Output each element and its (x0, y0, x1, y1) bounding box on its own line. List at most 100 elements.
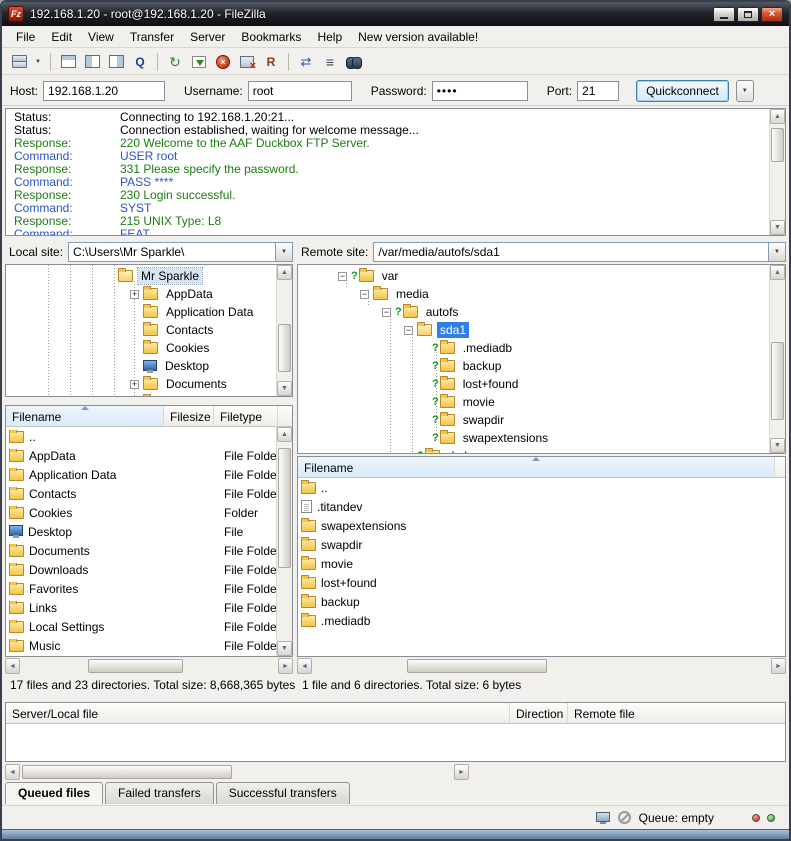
local-tree-scrollbar[interactable]: ▲ ▼ (276, 265, 292, 396)
log-scrollbar[interactable]: ▲ ▼ (769, 109, 785, 235)
remote-site-combo[interactable]: /var/media/autofs/sda1 ▼ (373, 242, 786, 262)
scrollbar-thumb[interactable] (278, 448, 291, 568)
file-row[interactable]: .. (6, 427, 292, 446)
tree-item-lost-found[interactable]: ? lost+found (298, 375, 785, 393)
site-manager-button[interactable] (8, 51, 30, 73)
file-row[interactable]: .mediadb (298, 611, 785, 630)
file-row[interactable]: .. (298, 478, 785, 497)
find-files-button[interactable] (343, 51, 365, 73)
scroll-right-button[interactable]: ► (454, 764, 469, 780)
tree-item-documents[interactable]: + Documents (6, 375, 292, 393)
scrollbar-track[interactable] (770, 280, 785, 438)
scrollbar-track[interactable] (20, 658, 278, 674)
expand-icon[interactable]: + (130, 380, 139, 389)
tree-item-swapdir[interactable]: ? swapdir (298, 411, 785, 429)
toggle-transfer-queue-button[interactable]: Q (129, 51, 151, 73)
local-list-scrollbar[interactable]: ▲ ▼ (276, 427, 292, 656)
tab-successful-transfers[interactable]: Successful transfers (216, 782, 350, 804)
refresh-button[interactable]: ↻ (164, 51, 186, 73)
remote-list-hscrollbar[interactable]: ◄ ► (297, 658, 786, 674)
toggle-local-tree-button[interactable] (81, 51, 103, 73)
tab-queued-files[interactable]: Queued files (5, 782, 103, 804)
tree-item-dvd[interactable]: ? dvd (298, 447, 785, 454)
file-row[interactable]: FavoritesFile Folder (6, 579, 292, 598)
tab-failed-transfers[interactable]: Failed transfers (105, 782, 214, 804)
scroll-up-button[interactable]: ▲ (277, 265, 292, 280)
file-row[interactable]: DesktopFile (6, 522, 292, 541)
tree-item-application-data[interactable]: Application Data (6, 303, 292, 321)
tree-item-desktop[interactable]: Desktop (6, 357, 292, 375)
directory-comparison-button[interactable]: ⇄ (295, 51, 317, 73)
tree-item-backup[interactable]: ? backup (298, 357, 785, 375)
file-row[interactable]: MusicFile Folder (6, 636, 292, 655)
file-row[interactable]: DownloadsFile Folder (6, 560, 292, 579)
scroll-up-button[interactable]: ▲ (770, 109, 785, 124)
reconnect-button[interactable]: R (260, 51, 282, 73)
file-row[interactable]: Local SettingsFile Folder (6, 617, 292, 636)
menu-transfer[interactable]: Transfer (122, 27, 182, 47)
scroll-down-button[interactable]: ▼ (770, 220, 785, 235)
file-row[interactable]: DocumentsFile Folder (6, 541, 292, 560)
column-header-direction[interactable]: Direction (510, 703, 568, 723)
scroll-right-button[interactable]: ► (771, 658, 786, 674)
scrollbar-track[interactable] (20, 764, 454, 780)
local-list-hscrollbar[interactable]: ◄ ► (5, 658, 293, 674)
file-row[interactable]: AppDataFile Folder (6, 446, 292, 465)
synchronized-browsing-button[interactable]: ≡ (319, 51, 341, 73)
scrollbar-thumb[interactable] (278, 324, 291, 372)
file-row[interactable]: movie (298, 554, 785, 573)
scrollbar-track[interactable] (277, 442, 292, 641)
tree-item-cookies[interactable]: Cookies (6, 339, 292, 357)
queue-hscrollbar[interactable]: ◄ ► (5, 764, 469, 780)
remote-tree-scrollbar[interactable]: ▲ ▼ (769, 265, 785, 453)
tree-item-movie[interactable]: ? movie (298, 393, 785, 411)
scrollbar-thumb[interactable] (771, 128, 784, 162)
maximize-button[interactable] (737, 7, 759, 22)
toggle-message-log-button[interactable] (57, 51, 79, 73)
tree-item-sda1[interactable]: − sda1 (298, 321, 785, 339)
disconnect-button[interactable] (236, 51, 258, 73)
expand-icon[interactable]: + (130, 290, 139, 299)
quickconnect-button[interactable]: Quickconnect (636, 80, 729, 102)
file-row[interactable]: ContactsFile Folder (6, 484, 292, 503)
scroll-up-button[interactable]: ▲ (277, 427, 292, 442)
tree-item-media[interactable]: − media (298, 285, 785, 303)
column-header-filetype[interactable]: Filetype (214, 406, 278, 426)
scrollbar-thumb[interactable] (771, 342, 784, 420)
quickconnect-dropdown-button[interactable]: ▼ (736, 80, 754, 102)
menu-server[interactable]: Server (182, 27, 233, 47)
column-header-filesize[interactable]: Filesize (164, 406, 214, 426)
host-input[interactable] (43, 81, 165, 101)
scrollbar-thumb[interactable] (88, 659, 183, 673)
menu-view[interactable]: View (80, 27, 122, 47)
file-row[interactable]: swapextensions (298, 516, 785, 535)
menu-file[interactable]: File (8, 27, 43, 47)
cancel-operation-button[interactable]: × (212, 51, 234, 73)
port-input[interactable] (577, 81, 619, 101)
column-header-filename[interactable]: Filename (6, 406, 164, 426)
scrollbar-thumb[interactable] (407, 659, 547, 673)
username-input[interactable] (248, 81, 352, 101)
tree-item-swapextensions[interactable]: ? swapextensions (298, 429, 785, 447)
scroll-down-button[interactable]: ▼ (770, 438, 785, 453)
process-queue-button[interactable] (188, 51, 210, 73)
scroll-left-button[interactable]: ◄ (5, 658, 20, 674)
file-row[interactable]: LinksFile Folder (6, 598, 292, 617)
scrollbar-track[interactable] (277, 280, 292, 381)
collapse-icon[interactable]: − (382, 308, 391, 317)
column-header-server-local-file[interactable]: Server/Local file (6, 703, 510, 723)
scroll-right-button[interactable]: ► (278, 658, 293, 674)
file-row[interactable]: lost+found (298, 573, 785, 592)
tree-item-var[interactable]: − ? var (298, 267, 785, 285)
scroll-down-button[interactable]: ▼ (277, 381, 292, 396)
scrollbar-track[interactable] (312, 658, 771, 674)
file-row[interactable]: .titandev (298, 497, 785, 516)
local-site-combo[interactable]: C:\Users\Mr Sparkle\ ▼ (68, 242, 293, 262)
toggle-remote-tree-button[interactable] (105, 51, 127, 73)
file-row[interactable]: swapdir (298, 535, 785, 554)
collapse-icon[interactable]: − (360, 290, 369, 299)
menu-bookmarks[interactable]: Bookmarks (233, 27, 309, 47)
tree-item-contacts[interactable]: Contacts (6, 321, 292, 339)
tree-item-mediadb[interactable]: ? .mediadb (298, 339, 785, 357)
file-row[interactable]: Application DataFile Folder (6, 465, 292, 484)
